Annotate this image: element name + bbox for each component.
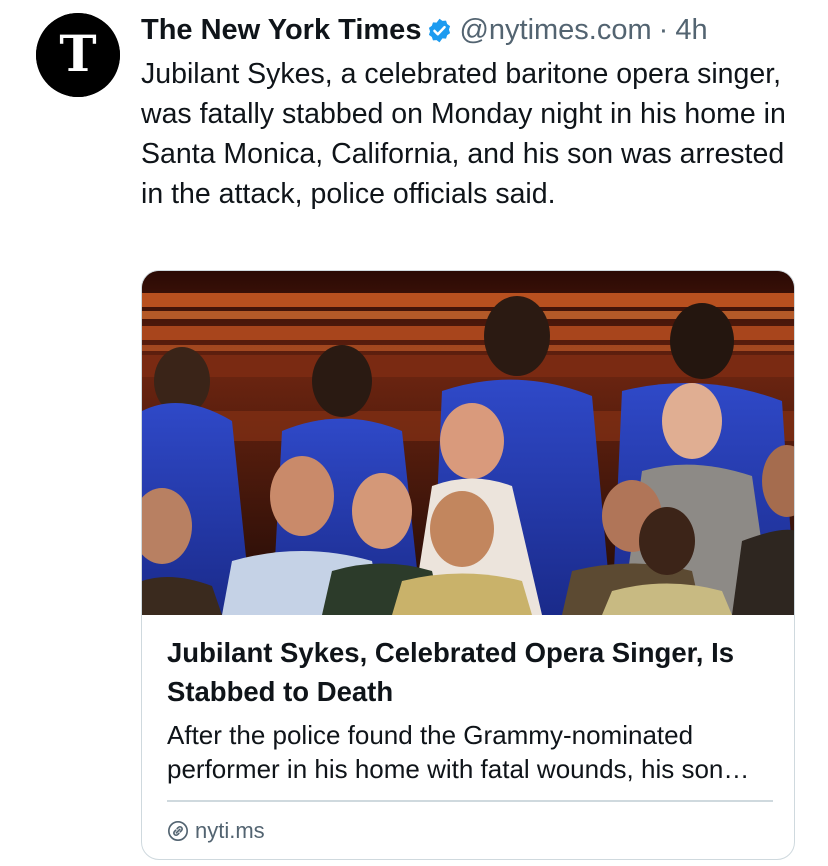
avatar-letter: T [59, 24, 96, 83]
link-card-title: Jubilant Sykes, Celebrated Opera Singer,… [167, 637, 735, 707]
verified-badge-icon [426, 17, 453, 44]
post-text: Jubilant Sykes, a celebrated baritone op… [141, 58, 786, 210]
author-display-name[interactable]: The New York Times [141, 10, 421, 50]
link-icon [167, 820, 189, 842]
link-card-domain[interactable]: nyti.ms [167, 814, 265, 848]
link-card-domain-text: nyti.ms [195, 818, 265, 843]
choir-performance-photo [142, 271, 794, 615]
nyt-logo-icon: T [36, 13, 120, 97]
card-divider [167, 800, 773, 802]
header-separator: · [658, 14, 669, 46]
link-card-description: After the police found the Grammy-nomina… [167, 720, 724, 784]
post-header: The New York Times @nytimes.com · 4h [141, 10, 708, 50]
post-timestamp[interactable]: 4h [675, 10, 707, 50]
author-avatar[interactable]: T [36, 13, 120, 97]
author-handle[interactable]: @nytimes.com [459, 10, 651, 50]
link-preview-card[interactable]: Jubilant Sykes, Celebrated Opera Singer,… [141, 270, 795, 860]
post[interactable]: T The New York Times @nytimes.com · 4h J… [0, 0, 828, 866]
